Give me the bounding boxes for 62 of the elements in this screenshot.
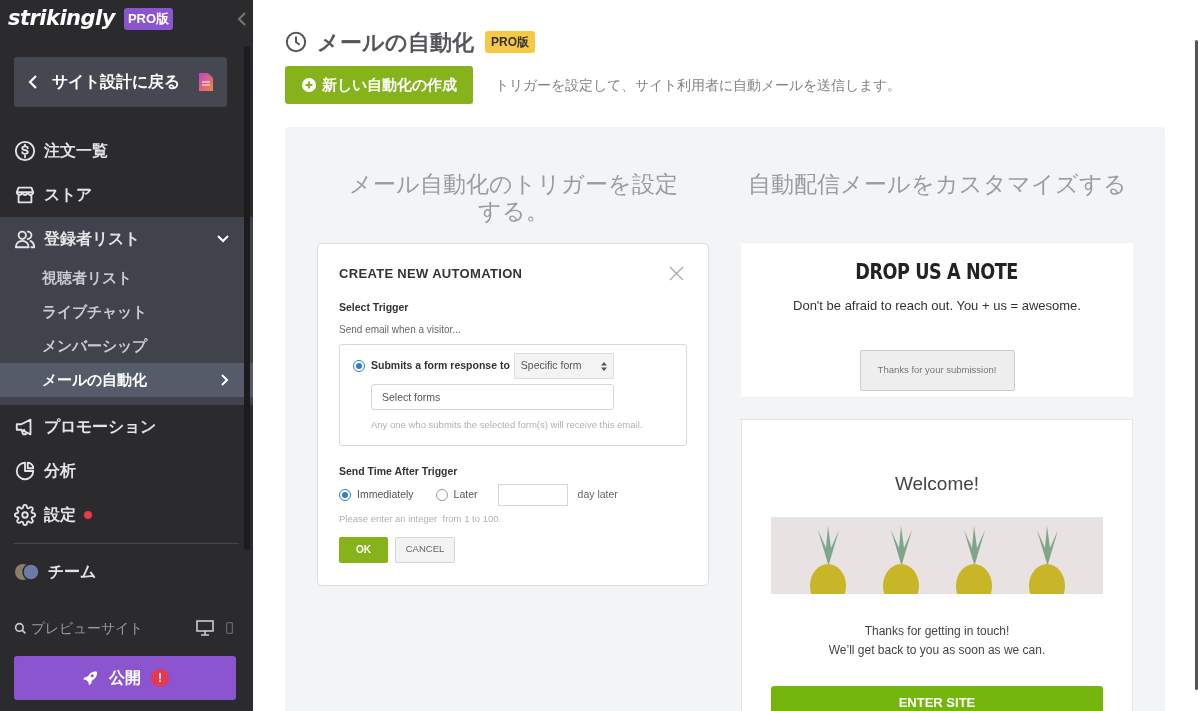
- pro-badge: PRO版: [123, 8, 174, 30]
- pro-badge: PRO版: [485, 31, 535, 53]
- hint-text: Please enter an integer from 1 to 100.: [339, 512, 503, 527]
- nav-item[interactable]: チーム: [0, 550, 253, 594]
- nav-subitem[interactable]: 視聴者リスト: [0, 261, 253, 295]
- description-text: トリガーを設定して、サイト利用者に自動メールを送信します。: [495, 75, 901, 95]
- dollar-icon: [14, 140, 36, 162]
- nav-item[interactable]: 分析: [0, 449, 253, 493]
- mobile-icon: [226, 622, 233, 634]
- team-avatars-icon: [14, 563, 40, 581]
- chevron-left-icon: [28, 75, 38, 89]
- chevron-down-icon: [217, 235, 229, 243]
- suffix-text: day later: [577, 487, 618, 503]
- nav-subitem[interactable]: メンバーシップ: [0, 329, 253, 363]
- submission-button[interactable]: Thanks for your submission!: [859, 349, 1015, 391]
- preview-site-link[interactable]: プレビューサイト: [31, 617, 143, 639]
- chevron-right-icon: [221, 374, 229, 386]
- cancel-button[interactable]: CANCEL: [395, 536, 455, 563]
- scrollbar[interactable]: [244, 46, 250, 550]
- option-label: Immediately: [357, 487, 414, 503]
- nav-item[interactable]: 設定: [0, 493, 253, 537]
- preview-subtitle: Don't be afraid to reach out. You + us = awesome.: [793, 297, 1081, 315]
- desktop-icon: [196, 620, 214, 636]
- settings-icon: [14, 504, 36, 526]
- close-icon[interactable]: [669, 266, 684, 281]
- email-title: Welcome!: [894, 472, 980, 496]
- document-icon: [199, 73, 213, 91]
- field-label: Select Trigger: [339, 299, 410, 315]
- brand-logo[interactable]: strikingly: [8, 3, 115, 35]
- nav-subitem[interactable]: ライブチャット: [0, 295, 253, 329]
- dialog-title: CREATE NEW AUTOMATION: [339, 265, 523, 283]
- section-heading: メール自動化のトリガーを設定する。: [347, 171, 679, 226]
- section-heading: 自動配信メールをカスタマイズする: [746, 171, 1128, 199]
- store-icon: [14, 184, 36, 206]
- publish-button[interactable]: 公開 !: [14, 656, 236, 700]
- email-body-text: Thanks for getting in touch! We’ll get back to you as soon as we can.: [828, 622, 1046, 659]
- sort-arrows-icon: [600, 361, 607, 371]
- page-title: メールの自動化: [317, 28, 474, 57]
- search-icon: [14, 621, 27, 635]
- rocket-icon: [81, 669, 99, 687]
- nav-item[interactable]: ストア: [0, 173, 253, 217]
- pie-chart-icon: [14, 460, 36, 482]
- preview-title: DROP US A NOTE: [855, 258, 1019, 286]
- hint-text: Send email when a visitor...: [339, 323, 462, 338]
- hint-text: Any one who submits the selected form(s) will receive this email.: [371, 418, 644, 433]
- days-field[interactable]: [497, 484, 568, 507]
- nav-item[interactable]: プロモーション: [0, 405, 253, 449]
- form-dropdown[interactable]: Specific form: [513, 353, 614, 380]
- people-icon: [14, 228, 36, 250]
- field-label: Send Time After Trigger: [339, 463, 459, 479]
- nav-item[interactable]: 登録者リスト: [0, 217, 253, 261]
- nav-subitem[interactable]: メールの自動化: [0, 363, 253, 397]
- plus-icon: [301, 78, 316, 92]
- collapse-icon: [237, 12, 247, 26]
- nav-item[interactable]: 注文一覧: [0, 129, 253, 173]
- option-label: Later: [453, 487, 478, 503]
- forms-field[interactable]: Select forms: [371, 384, 614, 411]
- alert-badge: !: [151, 669, 169, 687]
- clock-icon: [285, 31, 307, 53]
- scrollbar[interactable]: [1195, 40, 1198, 690]
- option-label: Submits a form response to: [371, 358, 510, 374]
- back-button[interactable]: サイト設計に戻る: [14, 57, 227, 107]
